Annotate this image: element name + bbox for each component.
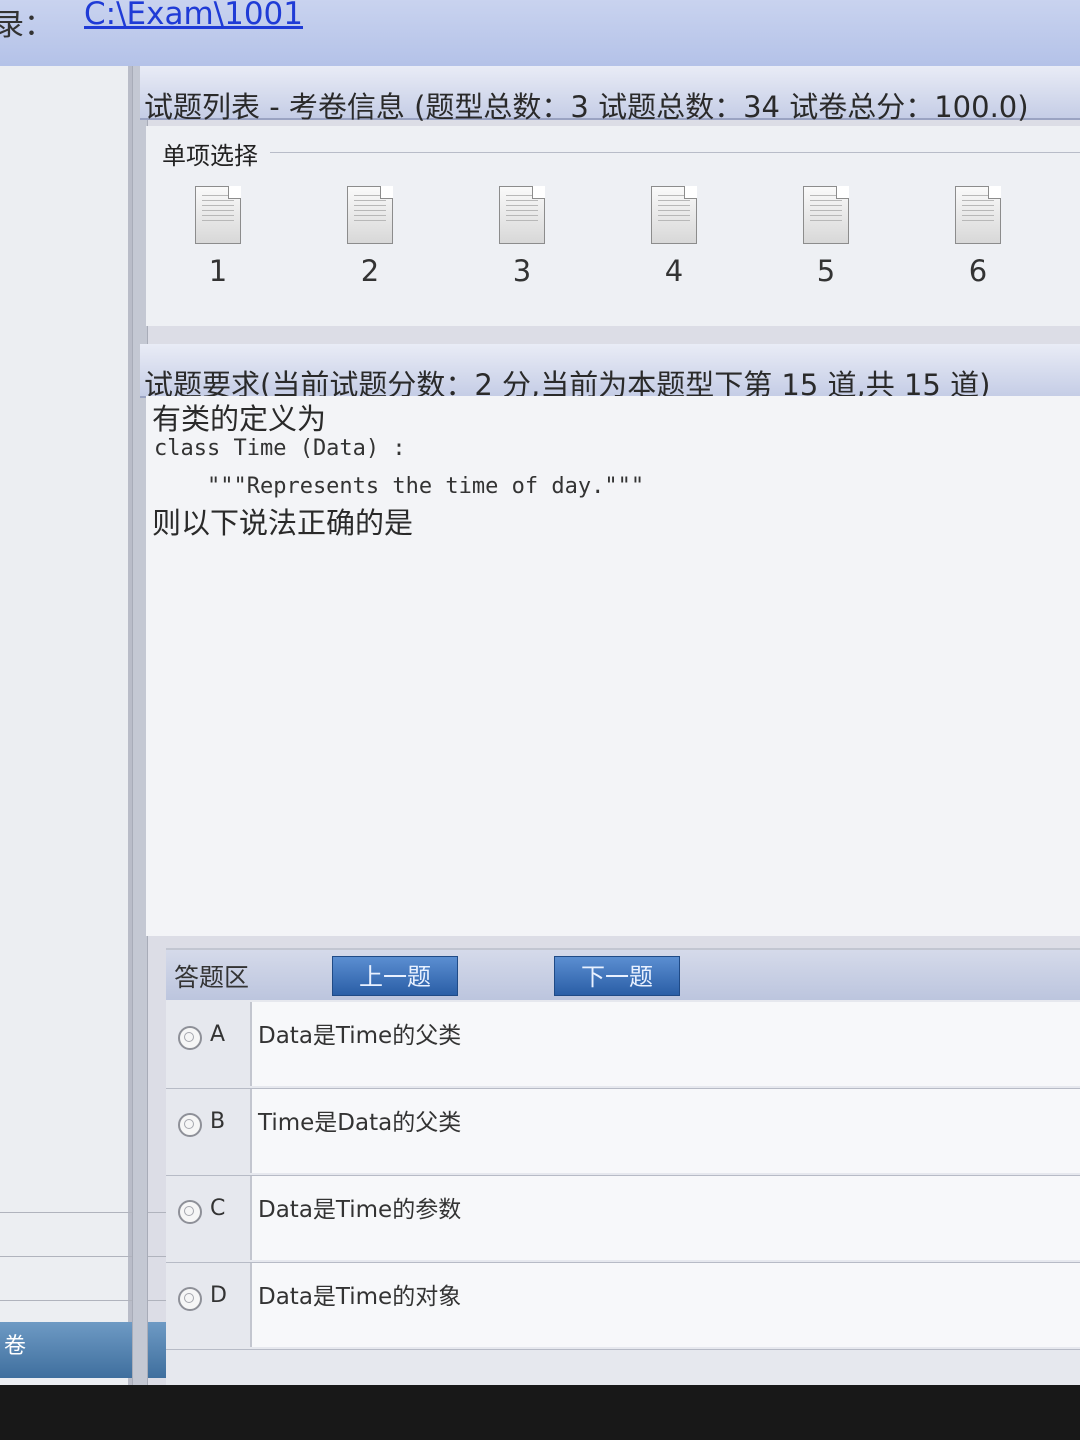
document-icon xyxy=(499,186,545,244)
main-area: 试题列表 - 考卷信息 (题型总数：3 试题总数：34 试卷总分：100.0) … xyxy=(140,66,1080,1385)
answer-area: 答题区 上一题 下一题 A Data是Time的父类 B Time是Data的父… xyxy=(166,948,1080,1385)
question-item-3[interactable]: 3 xyxy=(482,186,562,288)
question-text-line: 有类的定义为 xyxy=(152,402,327,436)
radio-button-a[interactable] xyxy=(178,1026,202,1050)
option-text: Data是Time的参数 xyxy=(250,1176,1080,1260)
left-panel xyxy=(0,66,170,1385)
option-text: Time是Data的父类 xyxy=(250,1089,1080,1173)
question-item-4[interactable]: 4 xyxy=(634,186,714,288)
question-number: 3 xyxy=(512,254,532,288)
question-number: 6 xyxy=(968,254,988,288)
document-icon xyxy=(651,186,697,244)
question-number: 1 xyxy=(208,254,228,288)
question-list-title: 试题列表 - 考卷信息 (题型总数：3 试题总数：34 试卷总分：100.0) xyxy=(140,66,1080,124)
radio-button-d[interactable] xyxy=(178,1287,202,1311)
option-text: Data是Time的对象 xyxy=(250,1263,1080,1347)
question-item-1[interactable]: 1 xyxy=(178,186,258,288)
option-letter: D xyxy=(210,1283,227,1308)
left-footer-text: 卷 xyxy=(4,1334,27,1359)
question-prompt-line: 则以下说法正确的是 xyxy=(152,506,414,540)
previous-question-button[interactable]: 上一题 xyxy=(332,956,458,996)
document-icon xyxy=(803,186,849,244)
section-heading: 单项选择 xyxy=(162,142,258,170)
code-line: class Time (Data) : xyxy=(154,436,406,461)
option-letter: A xyxy=(210,1022,226,1047)
option-row-d[interactable]: D Data是Time的对象 xyxy=(166,1263,1080,1350)
radio-button-b[interactable] xyxy=(178,1113,202,1137)
directory-bar: 录： C:\Exam\1001 xyxy=(0,0,1080,66)
question-item-5[interactable]: 5 xyxy=(786,186,866,288)
question-number: 4 xyxy=(664,254,684,288)
monitor-bezel xyxy=(0,1385,1080,1440)
directory-label: 录： xyxy=(0,8,54,43)
section-divider xyxy=(270,152,1080,153)
radio-button-c[interactable] xyxy=(178,1200,202,1224)
directory-path-link[interactable]: C:\Exam\1001 xyxy=(84,0,303,32)
question-number: 5 xyxy=(816,254,836,288)
question-number: 2 xyxy=(360,254,380,288)
option-text: Data是Time的父类 xyxy=(250,1002,1080,1086)
document-icon xyxy=(955,186,1001,244)
question-requirement-title: 试题要求(当前试题分数：2 分,当前为本题型下第 15 道,共 15 道) xyxy=(140,344,1080,402)
question-item-2[interactable]: 2 xyxy=(330,186,410,288)
answer-toolbar: 答题区 上一题 下一题 xyxy=(166,950,1080,1000)
answer-area-label: 答题区 xyxy=(174,963,250,992)
question-content: 有类的定义为 class Time (Data) : """Represents… xyxy=(146,396,1080,936)
option-letter: C xyxy=(210,1196,226,1221)
document-icon xyxy=(347,186,393,244)
code-line: """Represents the time of day.""" xyxy=(154,474,645,499)
document-icon xyxy=(195,186,241,244)
next-question-button[interactable]: 下一题 xyxy=(554,956,680,996)
exam-window: 录： C:\Exam\1001 卷 试题列表 - 考卷信息 (题型总数：3 试题… xyxy=(0,0,1080,1385)
option-row-a[interactable]: A Data是Time的父类 xyxy=(166,1002,1080,1089)
option-row-c[interactable]: C Data是Time的参数 xyxy=(166,1176,1080,1263)
question-item-6[interactable]: 6 xyxy=(938,186,1018,288)
option-row-b[interactable]: B Time是Data的父类 xyxy=(166,1089,1080,1176)
option-letter: B xyxy=(210,1109,226,1134)
